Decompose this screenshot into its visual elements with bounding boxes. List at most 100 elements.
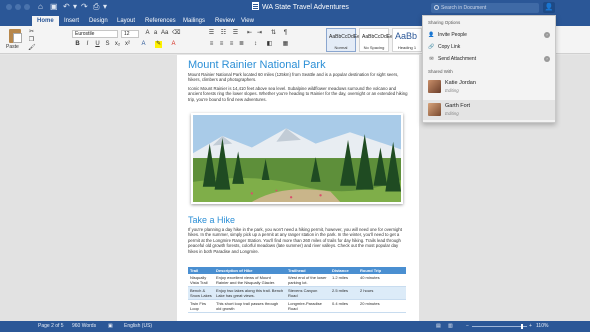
tab-references[interactable]: References	[145, 17, 176, 26]
strikethrough-button[interactable]: S	[104, 41, 111, 48]
redo-icon[interactable]: ↷	[81, 2, 88, 12]
send-attachment-option[interactable]: ✉ Send Attachment ›	[423, 54, 555, 64]
style-normal-name: Normal	[334, 45, 348, 50]
subscript-button[interactable]: x₂	[114, 41, 121, 48]
document-title: Mount Rainier National Park	[188, 59, 326, 71]
show-formatting-icon[interactable]: ¶	[282, 30, 289, 37]
undo-dropdown-icon[interactable]: ▾	[73, 2, 77, 12]
table-header-cell: Distance	[330, 267, 358, 274]
window-title: WA State Travel Adventures	[252, 2, 349, 13]
tab-layout[interactable]: Layout	[117, 17, 135, 26]
table-header-cell: Trailhead	[286, 267, 330, 274]
tab-insert[interactable]: Insert	[64, 17, 79, 26]
shrink-font-icon[interactable]: a	[152, 30, 159, 37]
table-cell: 20 minutes	[358, 299, 406, 313]
increase-indent-icon[interactable]: ⇥	[256, 30, 263, 37]
invite-people-option[interactable]: 👤 Invite People ›	[423, 30, 555, 40]
format-painter-icon[interactable]: 🖌	[28, 45, 36, 52]
borders-icon[interactable]: ▦	[282, 41, 289, 48]
language-indicator[interactable]: English (US)	[124, 323, 152, 330]
shared-person-katie[interactable]: Katie Jordan Editing	[423, 77, 555, 97]
text-effects-icon[interactable]: A	[140, 41, 147, 48]
tab-design[interactable]: Design	[89, 17, 108, 26]
zoom-slider-handle[interactable]	[521, 324, 523, 329]
tab-review[interactable]: Review	[215, 17, 235, 26]
copy-link-option[interactable]: 🔗 Copy Link	[423, 42, 555, 52]
undo-icon[interactable]: ↶	[63, 2, 70, 12]
title-bar: ⌂ ▣ ↶ ▾ ↷ ⎙ ▾ WA State Travel Adventures…	[0, 0, 590, 15]
zoom-out-icon[interactable]: −	[466, 323, 469, 330]
close-window-button[interactable]	[6, 4, 12, 10]
font-size-select[interactable]: 12	[121, 30, 139, 38]
zoom-level[interactable]: 110%	[536, 323, 548, 330]
style-no-spacing-sample: AaBbCcDdEe	[362, 34, 393, 40]
numbering-icon[interactable]: ☷	[220, 30, 227, 37]
bullets-icon[interactable]: ☰	[208, 30, 215, 37]
copy-link-label: Copy Link	[438, 44, 461, 50]
customize-toolbar-icon[interactable]: ▾	[103, 2, 107, 12]
web-layout-view-icon[interactable]: ▥	[448, 323, 453, 330]
clear-formatting-icon[interactable]: ⌫	[172, 30, 180, 37]
copy-icon[interactable]: ❐	[28, 37, 35, 44]
multilevel-list-icon[interactable]: ☰	[232, 30, 239, 37]
table-row: Nisqually Vista Trail Enjoy excellent vi…	[188, 274, 406, 287]
align-center-icon[interactable]: ≡	[218, 41, 225, 48]
change-case-icon[interactable]: Aa	[161, 30, 168, 37]
tab-home[interactable]: Home	[32, 16, 59, 26]
cut-icon[interactable]: ✂	[28, 29, 35, 36]
search-input[interactable]	[441, 3, 537, 13]
shared-person-garth[interactable]: Garth Fort Editing	[423, 100, 555, 120]
underline-button[interactable]: U	[94, 41, 101, 48]
line-spacing-icon[interactable]: ↕	[252, 41, 259, 48]
superscript-button[interactable]: x²	[124, 41, 131, 48]
shared-with-heading: Shared With	[428, 69, 453, 74]
align-left-icon[interactable]: ≡	[208, 41, 215, 48]
print-layout-view-icon[interactable]: ▤	[436, 323, 441, 330]
style-heading-1[interactable]: AaBb Heading 1	[392, 28, 422, 52]
table-cell: Longmire-Paradise Road	[286, 299, 330, 313]
shading-icon[interactable]: ◧	[266, 41, 273, 48]
avatar	[428, 80, 441, 93]
style-heading-1-sample: AaBb	[395, 31, 418, 41]
zoom-window-button[interactable]	[24, 4, 30, 10]
person-status: Editing	[445, 111, 459, 116]
home-icon[interactable]: ⌂	[38, 2, 43, 12]
zoom-in-icon[interactable]: +	[529, 323, 532, 330]
table-cell: West end of the lower parking lot.	[286, 274, 330, 287]
proofing-icon[interactable]: ▣	[108, 323, 113, 330]
word-count[interactable]: 960 Words	[72, 323, 96, 330]
font-size-value: 12	[124, 31, 130, 37]
font-name-select[interactable]: Eurostile	[72, 30, 118, 38]
table-header-cell: Trail	[188, 267, 214, 274]
word-window: ⌂ ▣ ↶ ▾ ↷ ⎙ ▾ WA State Travel Adventures…	[0, 0, 590, 332]
italic-button[interactable]: I	[84, 41, 91, 48]
share-button[interactable]: 👤	[543, 2, 555, 13]
bold-button[interactable]: B	[74, 41, 81, 48]
style-normal[interactable]: AaBbCcDdEe Normal	[326, 28, 360, 52]
save-icon[interactable]: ▣	[50, 2, 58, 12]
highlight-color-icon[interactable]: ✎	[155, 41, 162, 48]
tab-mailings[interactable]: Mailings	[183, 17, 205, 26]
font-color-icon[interactable]: A	[170, 41, 177, 48]
paste-label: Paste	[6, 44, 19, 50]
table-header-cell: Description of Hike	[214, 267, 286, 274]
style-no-spacing[interactable]: AaBbCcDdEe No Spacing	[359, 28, 393, 52]
table-cell: Enjoy two lakes along this trail. Bench …	[214, 286, 286, 300]
chevron-right-icon: ›	[544, 32, 550, 38]
word-document-icon	[252, 2, 259, 10]
justify-icon[interactable]: ≣	[238, 41, 245, 48]
decrease-indent-icon[interactable]: ⇤	[246, 30, 253, 37]
document-page[interactable]: Mount Rainier National Park Mount Rainie…	[177, 55, 419, 321]
tab-view[interactable]: View	[241, 17, 254, 26]
mount-rainier-photo[interactable]	[191, 113, 403, 204]
grow-font-icon[interactable]: A	[144, 30, 151, 37]
print-icon[interactable]: ⎙	[93, 2, 99, 12]
zoom-slider[interactable]	[472, 326, 527, 327]
page-count[interactable]: Page 2 of 5	[38, 323, 64, 330]
align-right-icon[interactable]: ≡	[228, 41, 235, 48]
sort-icon[interactable]: ⇅	[270, 30, 277, 37]
invite-people-label: Invite People	[438, 32, 467, 38]
table-cell: Nisqually Vista Trail	[188, 274, 214, 287]
minimize-window-button[interactable]	[15, 4, 21, 10]
paste-button[interactable]: Paste	[6, 28, 24, 52]
